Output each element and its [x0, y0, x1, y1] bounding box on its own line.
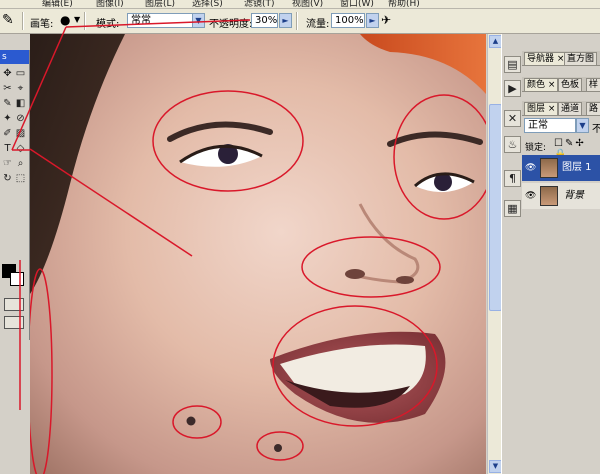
tab-navigator[interactable]: 导航器 × — [524, 52, 568, 65]
annotation-pointer-opacity — [65, 19, 251, 28]
layer-name: 背景 — [564, 190, 584, 201]
tab-swatches[interactable]: 色板 — [558, 78, 583, 91]
panel-tabs-layers: 图层 × 通道 路 — [522, 101, 600, 116]
eye-icon[interactable]: 👁 — [525, 183, 536, 209]
panel-dock: ▤ ▶ ✕ ♨ ¶ ▦ — [501, 34, 523, 474]
tab-layers[interactable]: 图层 × — [524, 102, 559, 115]
brushes-icon[interactable]: ♨ — [504, 136, 521, 153]
layer-thumbnail — [540, 158, 558, 178]
actions-icon[interactable]: ▶ — [504, 80, 521, 97]
lock-label: 锁定: — [525, 143, 547, 153]
blend-mode-select[interactable]: 正常 — [524, 118, 576, 133]
layer-row-layer1[interactable]: 👁 图层 1 — [522, 155, 600, 181]
blend-mode-dropdown-icon[interactable]: ▼ — [576, 118, 589, 133]
history-icon[interactable]: ▦ — [504, 200, 521, 217]
opacity-short-label: 不 — [592, 124, 600, 135]
tab-histogram[interactable]: 直方图 — [564, 52, 598, 65]
annotation-pointer-brush — [11, 26, 67, 151]
right-panels: 导航器 × 直方图 颜色 × 色板 样 图层 × 通道 路 正常 ▼ 不 锁定:… — [522, 34, 600, 474]
eye-icon[interactable]: 👁 — [525, 155, 536, 181]
paragraph-icon[interactable]: ¶ — [504, 170, 521, 187]
tab-color[interactable]: 颜色 × — [524, 78, 559, 91]
layer-row-background[interactable]: 👁 背景 — [522, 183, 600, 209]
tools-icon[interactable]: ✕ — [504, 110, 521, 127]
panel-tabs-color: 颜色 × 色板 样 — [522, 77, 600, 92]
tab-channels[interactable]: 通道 — [558, 102, 583, 115]
vertical-scrollbar[interactable]: ▲ ▼ — [487, 34, 502, 474]
panel-tabs-navigator: 导航器 × 直方图 — [522, 51, 600, 66]
layer-name: 图层 1 — [562, 162, 592, 173]
layer-thumbnail — [540, 186, 558, 206]
tab-styles[interactable]: 样 — [586, 78, 600, 91]
navigator-icon[interactable]: ▤ — [504, 56, 521, 73]
tab-paths[interactable]: 路 — [586, 102, 600, 115]
